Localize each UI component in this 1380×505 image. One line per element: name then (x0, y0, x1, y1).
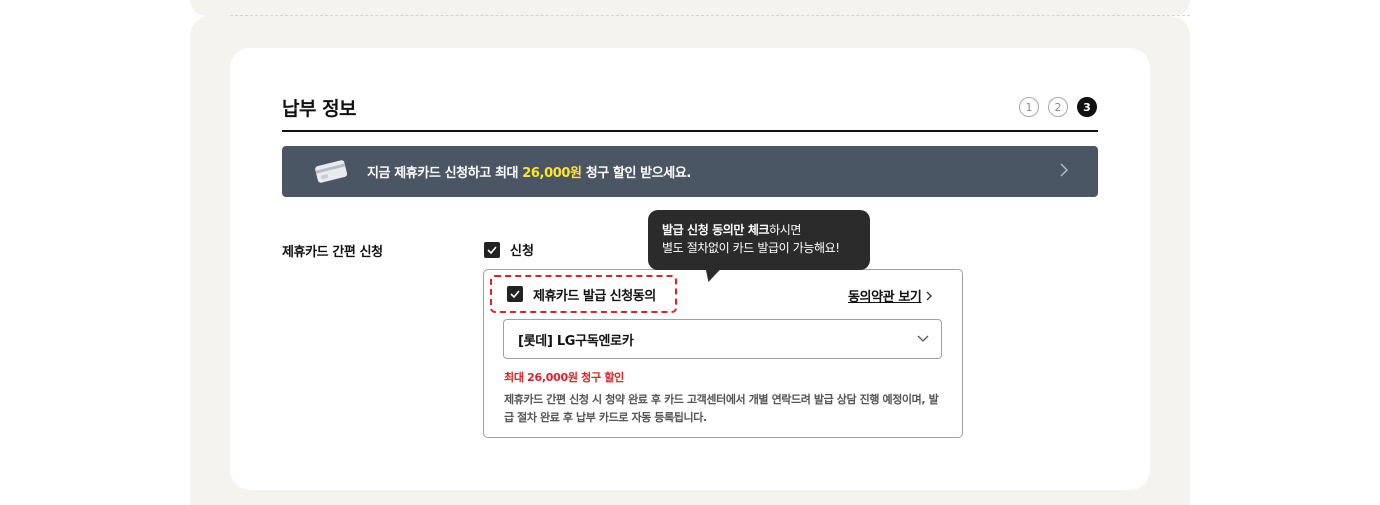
checkmark-icon (507, 286, 523, 302)
apply-notice: 제휴카드 간편 신청 시 청약 완료 후 카드 고객센터에서 개별 연락드려 발… (504, 393, 939, 424)
view-terms-link[interactable]: 동의약관 보기 (848, 286, 932, 305)
checkmark-icon (484, 241, 500, 258)
apply-checkbox-label: 신청 (510, 244, 534, 259)
consent-label: 제휴카드 발급 신청동의 (533, 288, 656, 304)
banner-highlight-amount: 26,000원 (522, 166, 582, 181)
step-3-active: 3 (1077, 97, 1097, 117)
page-title: 납부 정보 (282, 98, 357, 120)
tooltip-bold-2: 체크 (747, 223, 770, 237)
title-divider (282, 130, 1098, 132)
previous-section-bottom (190, 0, 1190, 16)
chevron-right-icon (926, 290, 932, 305)
credit-card-icon (312, 158, 350, 188)
step-indicator: 1 2 3 (1019, 97, 1097, 117)
discount-note: 최대 26,000원 청구 할인 (504, 371, 624, 384)
banner-text-after: 청구 할인 받으세요. (581, 166, 692, 181)
tooltip-line1-rest: 하시면 (769, 223, 802, 237)
chevron-right-icon (1060, 162, 1068, 181)
card-select-value: [롯데] LG구독엔로카 (518, 333, 634, 349)
step-2: 2 (1048, 97, 1068, 117)
consent-tooltip: 발급 신청 동의만 체크하시면 별도 절차없이 카드 발급이 가능해요! (648, 210, 870, 282)
card-select-dropdown[interactable]: [롯데] LG구독엔로카 (503, 319, 942, 359)
tooltip-bold-1: 발급 신청 동의만 (662, 223, 748, 237)
banner-text-before: 지금 제휴카드 신청하고 최대 (367, 166, 523, 181)
view-terms-label: 동의약관 보기 (848, 290, 922, 305)
chevron-down-icon (917, 332, 929, 347)
card-apply-label: 제휴카드 간편 신청 (282, 245, 383, 260)
apply-checkbox[interactable]: 신청 (484, 240, 534, 259)
tooltip-line2: 별도 절차없이 카드 발급이 가능해요! (662, 241, 840, 255)
consent-checkbox[interactable]: 제휴카드 발급 신청동의 (490, 275, 677, 313)
card-promo-banner[interactable]: 지금 제휴카드 신청하고 최대 26,000원 청구 할인 받으세요. (282, 146, 1098, 197)
step-1: 1 (1019, 97, 1039, 117)
